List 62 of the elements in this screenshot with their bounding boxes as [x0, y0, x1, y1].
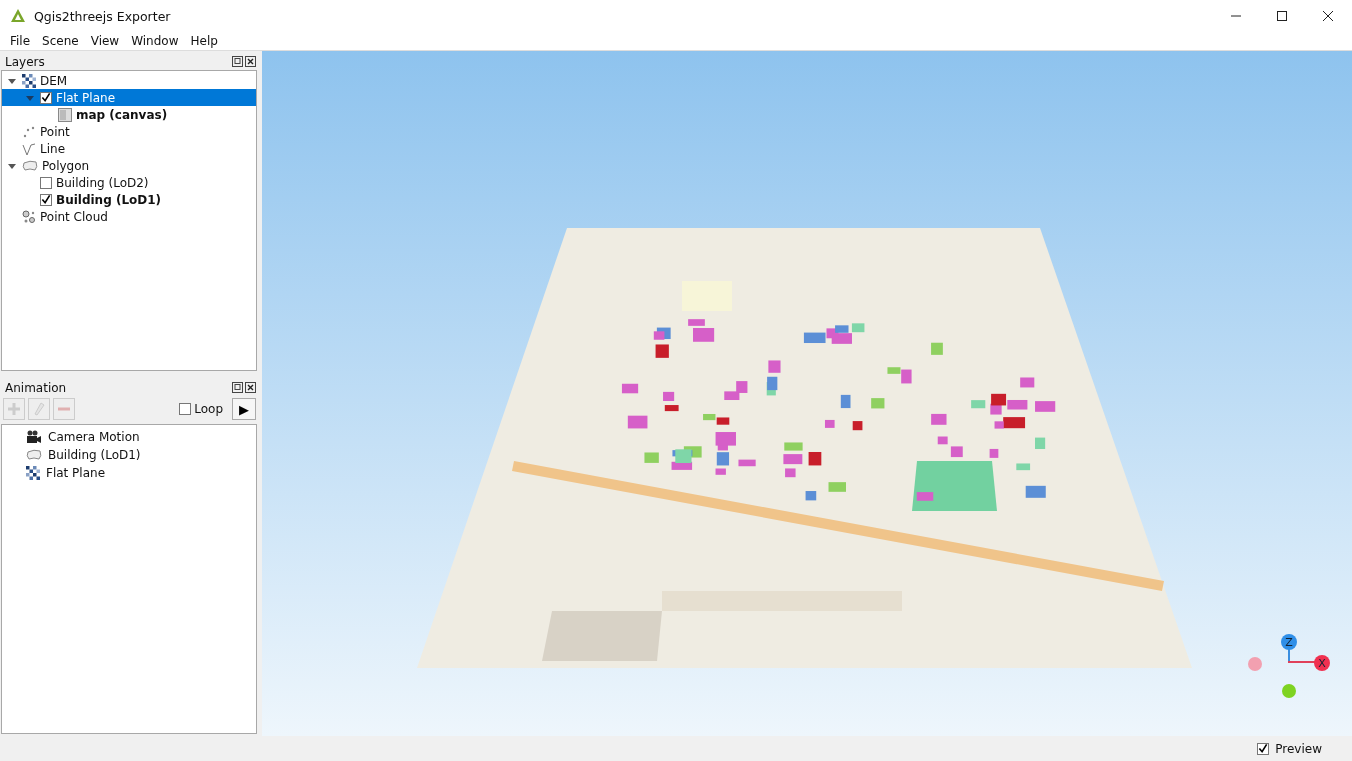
layer-row[interactable]: Line [2, 140, 256, 157]
animation-item[interactable]: Flat Plane [2, 464, 256, 482]
layer-name: Building (LoD1) [56, 192, 162, 207]
pencil-icon [32, 402, 46, 416]
animation-item[interactable]: Camera Motion [2, 428, 256, 446]
layer-row[interactable]: Point Cloud [2, 208, 256, 225]
close-icon[interactable] [245, 382, 256, 393]
layer-row[interactable]: Point [2, 123, 256, 140]
axis-dot-icon [1248, 657, 1262, 671]
layer-name: DEM [40, 73, 68, 88]
float-icon[interactable] [232, 382, 243, 393]
expand-arrow-icon[interactable] [8, 161, 16, 170]
point-cloud-icon [22, 209, 36, 224]
point-layer-icon [22, 124, 36, 139]
layer-name: Flat Plane [56, 90, 116, 105]
layer-row[interactable]: Building (LoD2) [2, 174, 256, 191]
plus-icon [7, 402, 21, 416]
panel-title: Layers [5, 54, 45, 69]
checkbox-label: Loop [194, 402, 223, 416]
close-icon[interactable] [1322, 10, 1334, 22]
menu-item[interactable]: View [90, 34, 120, 48]
camera-icon [26, 430, 42, 444]
layer-row[interactable]: Flat Plane [2, 89, 256, 106]
animation-item[interactable]: Building (LoD1) [2, 446, 256, 464]
map-layer-icon [58, 107, 72, 122]
layer-row[interactable]: map (canvas) [2, 106, 256, 123]
layer-name: Line [40, 141, 65, 156]
polygon-layer-icon [22, 158, 38, 173]
raster-icon [22, 73, 36, 88]
layer-name: Point Cloud [40, 209, 108, 224]
panel-title: Animation [5, 380, 67, 395]
menu-item[interactable]: Window [131, 34, 179, 48]
checkbox[interactable] [40, 176, 52, 189]
close-icon[interactable] [245, 56, 256, 67]
checkbox[interactable] [179, 403, 192, 415]
play-button[interactable]: ▶ [232, 398, 256, 420]
float-icon[interactable] [232, 56, 243, 67]
layer-row[interactable]: Building (LoD1) [2, 191, 256, 208]
checkbox-label: Preview [1275, 741, 1322, 756]
menu-item[interactable]: Scene [42, 34, 79, 48]
animation-name: Camera Motion [48, 430, 140, 444]
checkbox[interactable] [40, 193, 52, 206]
raster-icon [26, 466, 40, 480]
checkbox[interactable] [1257, 742, 1270, 755]
menu-item[interactable]: File [10, 34, 31, 48]
layer-name: Polygon [42, 158, 90, 173]
expand-arrow-icon[interactable] [8, 76, 16, 85]
app-logo-icon [10, 8, 26, 24]
layer-name: Point [40, 124, 70, 139]
polygon-layer-icon [26, 448, 42, 462]
layer-name: map (canvas) [76, 107, 168, 122]
menu-item[interactable]: Help [190, 34, 218, 48]
layer-row[interactable]: Polygon [2, 157, 256, 174]
checkbox[interactable] [40, 91, 52, 104]
animation-name: Building (LoD1) [48, 448, 141, 462]
window-title: Qgis2threejs Exporter [34, 8, 171, 24]
animation-name: Flat Plane [46, 466, 106, 480]
layer-row[interactable]: DEM [2, 72, 256, 89]
line-layer-icon [22, 141, 36, 156]
layer-name: Building (LoD2) [56, 175, 149, 190]
maximize-icon[interactable] [1276, 10, 1288, 22]
y-axis-dot-icon [1282, 684, 1296, 698]
